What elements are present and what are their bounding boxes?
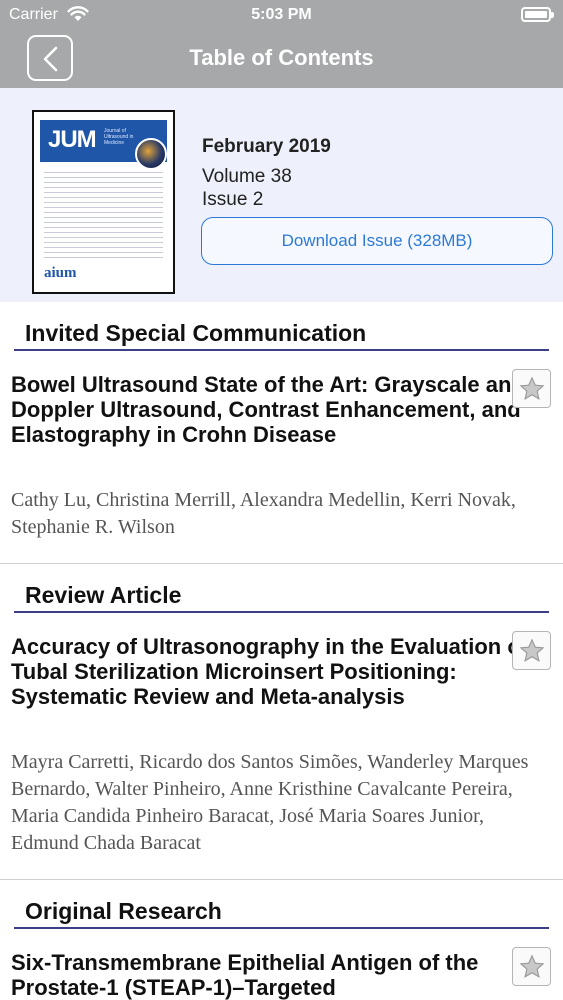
section-rule — [14, 611, 549, 613]
star-icon — [519, 638, 545, 662]
divider — [0, 563, 563, 564]
section-title: Invited Special Communication — [25, 320, 367, 346]
download-issue-button[interactable]: Download Issue (328MB) — [201, 217, 553, 265]
issue-volume: Volume 38 — [202, 166, 292, 187]
favorite-button[interactable] — [512, 631, 551, 670]
cover-publisher-logo: aium — [44, 265, 77, 281]
battery-icon — [521, 7, 554, 22]
section-title: Review Article — [25, 582, 182, 608]
article-authors: Cathy Lu, Christina Merrill, Alexandra M… — [11, 489, 516, 538]
section-rule — [14, 927, 549, 929]
favorite-button[interactable] — [512, 947, 551, 986]
cover-artwork — [135, 138, 167, 170]
issue-date: February 2019 — [202, 136, 331, 157]
issue-number: Issue 2 — [202, 189, 264, 210]
navigation-bar: Table of Contents — [0, 30, 563, 88]
star-icon — [519, 954, 545, 978]
star-icon — [519, 376, 545, 400]
favorite-button[interactable] — [512, 369, 551, 408]
article-title[interactable]: Accuracy of Ultrasonography in the Evalu… — [11, 634, 531, 709]
issue-cover-image[interactable]: JUM Journal of Ultrasound in Medicine ai… — [32, 110, 175, 294]
status-time: 5:03 PM — [251, 6, 312, 23]
article-authors: Mayra Carretti, Ricardo dos Santos Simõe… — [11, 751, 529, 854]
section-title: Original Research — [25, 898, 222, 924]
cover-subtitle: Journal of Ultrasound in Medicine — [104, 128, 134, 146]
issue-header: JUM Journal of Ultrasound in Medicine ai… — [0, 88, 563, 302]
divider — [0, 879, 563, 880]
cover-logo: JUM — [48, 126, 97, 153]
article-title[interactable]: Bowel Ultrasound State of the Art: Grays… — [11, 372, 531, 447]
page-title: Table of Contents — [189, 45, 374, 70]
section-rule — [14, 349, 549, 351]
status-bar: Carrier 5:03 PM — [0, 0, 563, 30]
cover-contents-lines — [44, 172, 163, 260]
article-title[interactable]: Six-Transmembrane Epithelial Antigen of … — [11, 950, 531, 1000]
